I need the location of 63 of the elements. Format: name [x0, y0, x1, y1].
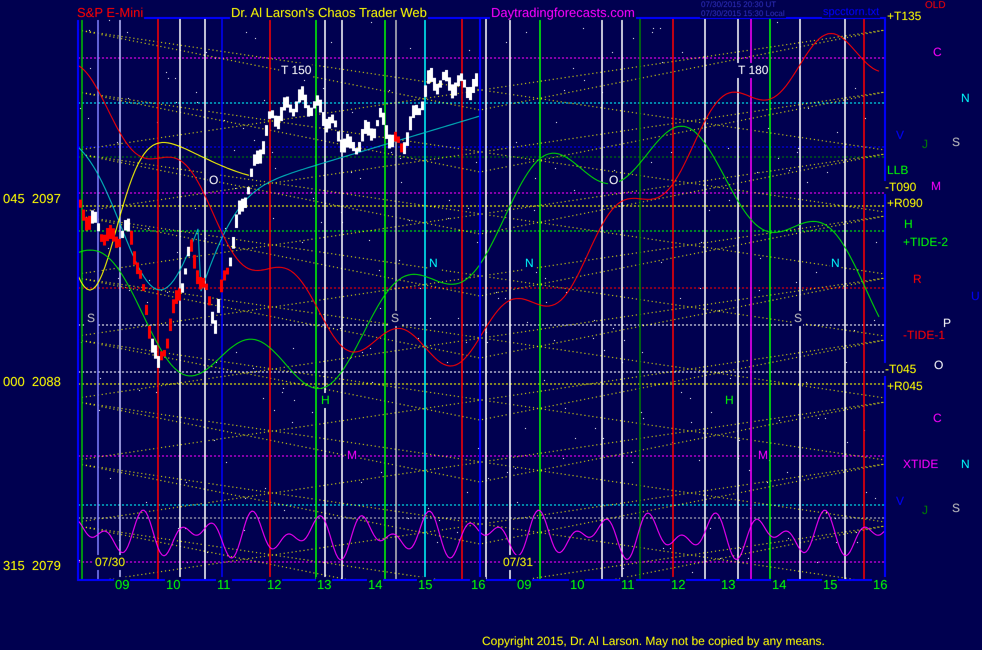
level-label: V	[895, 129, 906, 142]
level-label: -TIDE-1	[902, 329, 946, 342]
level-label: M	[930, 180, 942, 193]
file-name: spcctorn.txt	[822, 7, 880, 18]
x-axis-tick: 10	[569, 577, 586, 592]
y-axis-label: 045 2097	[2, 191, 62, 206]
status-flag-label: OLD	[924, 0, 947, 11]
level-label: N	[960, 458, 971, 471]
x-axis-tick: 12	[670, 577, 686, 592]
chart-marker-label: T 180	[737, 63, 770, 78]
y-axis-label: 315 2079	[2, 558, 62, 573]
x-axis-tick: 11	[620, 577, 636, 592]
level-label: J	[921, 138, 929, 151]
copyright-notice: Copyright 2015, Dr. Al Larson. May not be copied by any means.	[481, 634, 826, 649]
level-label: O	[933, 359, 944, 372]
chart-marker-label: S	[86, 311, 96, 326]
level-label: S	[951, 136, 962, 149]
level-label: S	[951, 502, 962, 515]
level-label: +R045	[886, 380, 924, 393]
level-label: R	[912, 273, 923, 286]
level-label: +T135	[886, 10, 922, 23]
level-label: H	[903, 218, 914, 231]
chart-marker-label: T 150	[280, 63, 312, 78]
timestamp-ut: 07/30/2015 20:30 UT	[700, 0, 778, 9]
chart-title: Dr. Al Larson's Chaos Trader Web	[230, 5, 428, 20]
date-label: 07/30	[94, 555, 126, 570]
x-axis-tick: 15	[822, 577, 838, 592]
x-axis-tick: 10	[165, 577, 182, 592]
level-label: V	[895, 495, 906, 508]
x-axis-tick: 09	[114, 577, 130, 592]
x-axis-tick: 09	[516, 577, 532, 592]
level-label: N	[960, 92, 971, 105]
chart-marker-label: H	[320, 393, 331, 408]
chart-marker-label: S	[793, 311, 804, 326]
level-label: C	[932, 412, 943, 425]
level-label: P	[942, 317, 952, 330]
x-axis-tick: 15	[417, 577, 434, 592]
level-label: -T045	[884, 363, 918, 376]
level-label: +TIDE-2	[902, 236, 950, 249]
x-axis-tick: 11	[216, 577, 232, 592]
chart-marker-label: N	[830, 256, 841, 271]
x-axis-tick: 13	[316, 577, 332, 592]
timestamp-local: 07/30/2015 15:30 Local	[700, 9, 786, 18]
date-label: 07/31	[502, 555, 534, 570]
level-label: J	[921, 504, 929, 517]
chart-marker-label: N	[428, 256, 439, 271]
x-axis-tick: 16	[872, 577, 888, 592]
level-label: +R090	[886, 197, 924, 210]
level-label: C	[932, 46, 943, 59]
y-axis-label: 000 2088	[2, 374, 62, 389]
level-label: LLB	[886, 164, 910, 177]
symbol-label: S&P E-Mini	[76, 5, 144, 20]
x-axis-tick: 14	[771, 577, 788, 592]
x-axis-tick: 14	[367, 577, 384, 592]
site-link[interactable]: Daytradingforecasts.com	[490, 5, 636, 20]
chart-marker-label: N	[524, 256, 535, 271]
x-axis-tick: 13	[720, 577, 736, 592]
level-label: -T090	[884, 181, 918, 194]
x-axis-tick: 16	[470, 577, 486, 592]
level-label: U	[970, 290, 981, 303]
level-label: XTIDE	[902, 458, 940, 471]
x-axis-tick: 12	[266, 577, 282, 592]
chart-marker-label: S	[390, 311, 400, 326]
